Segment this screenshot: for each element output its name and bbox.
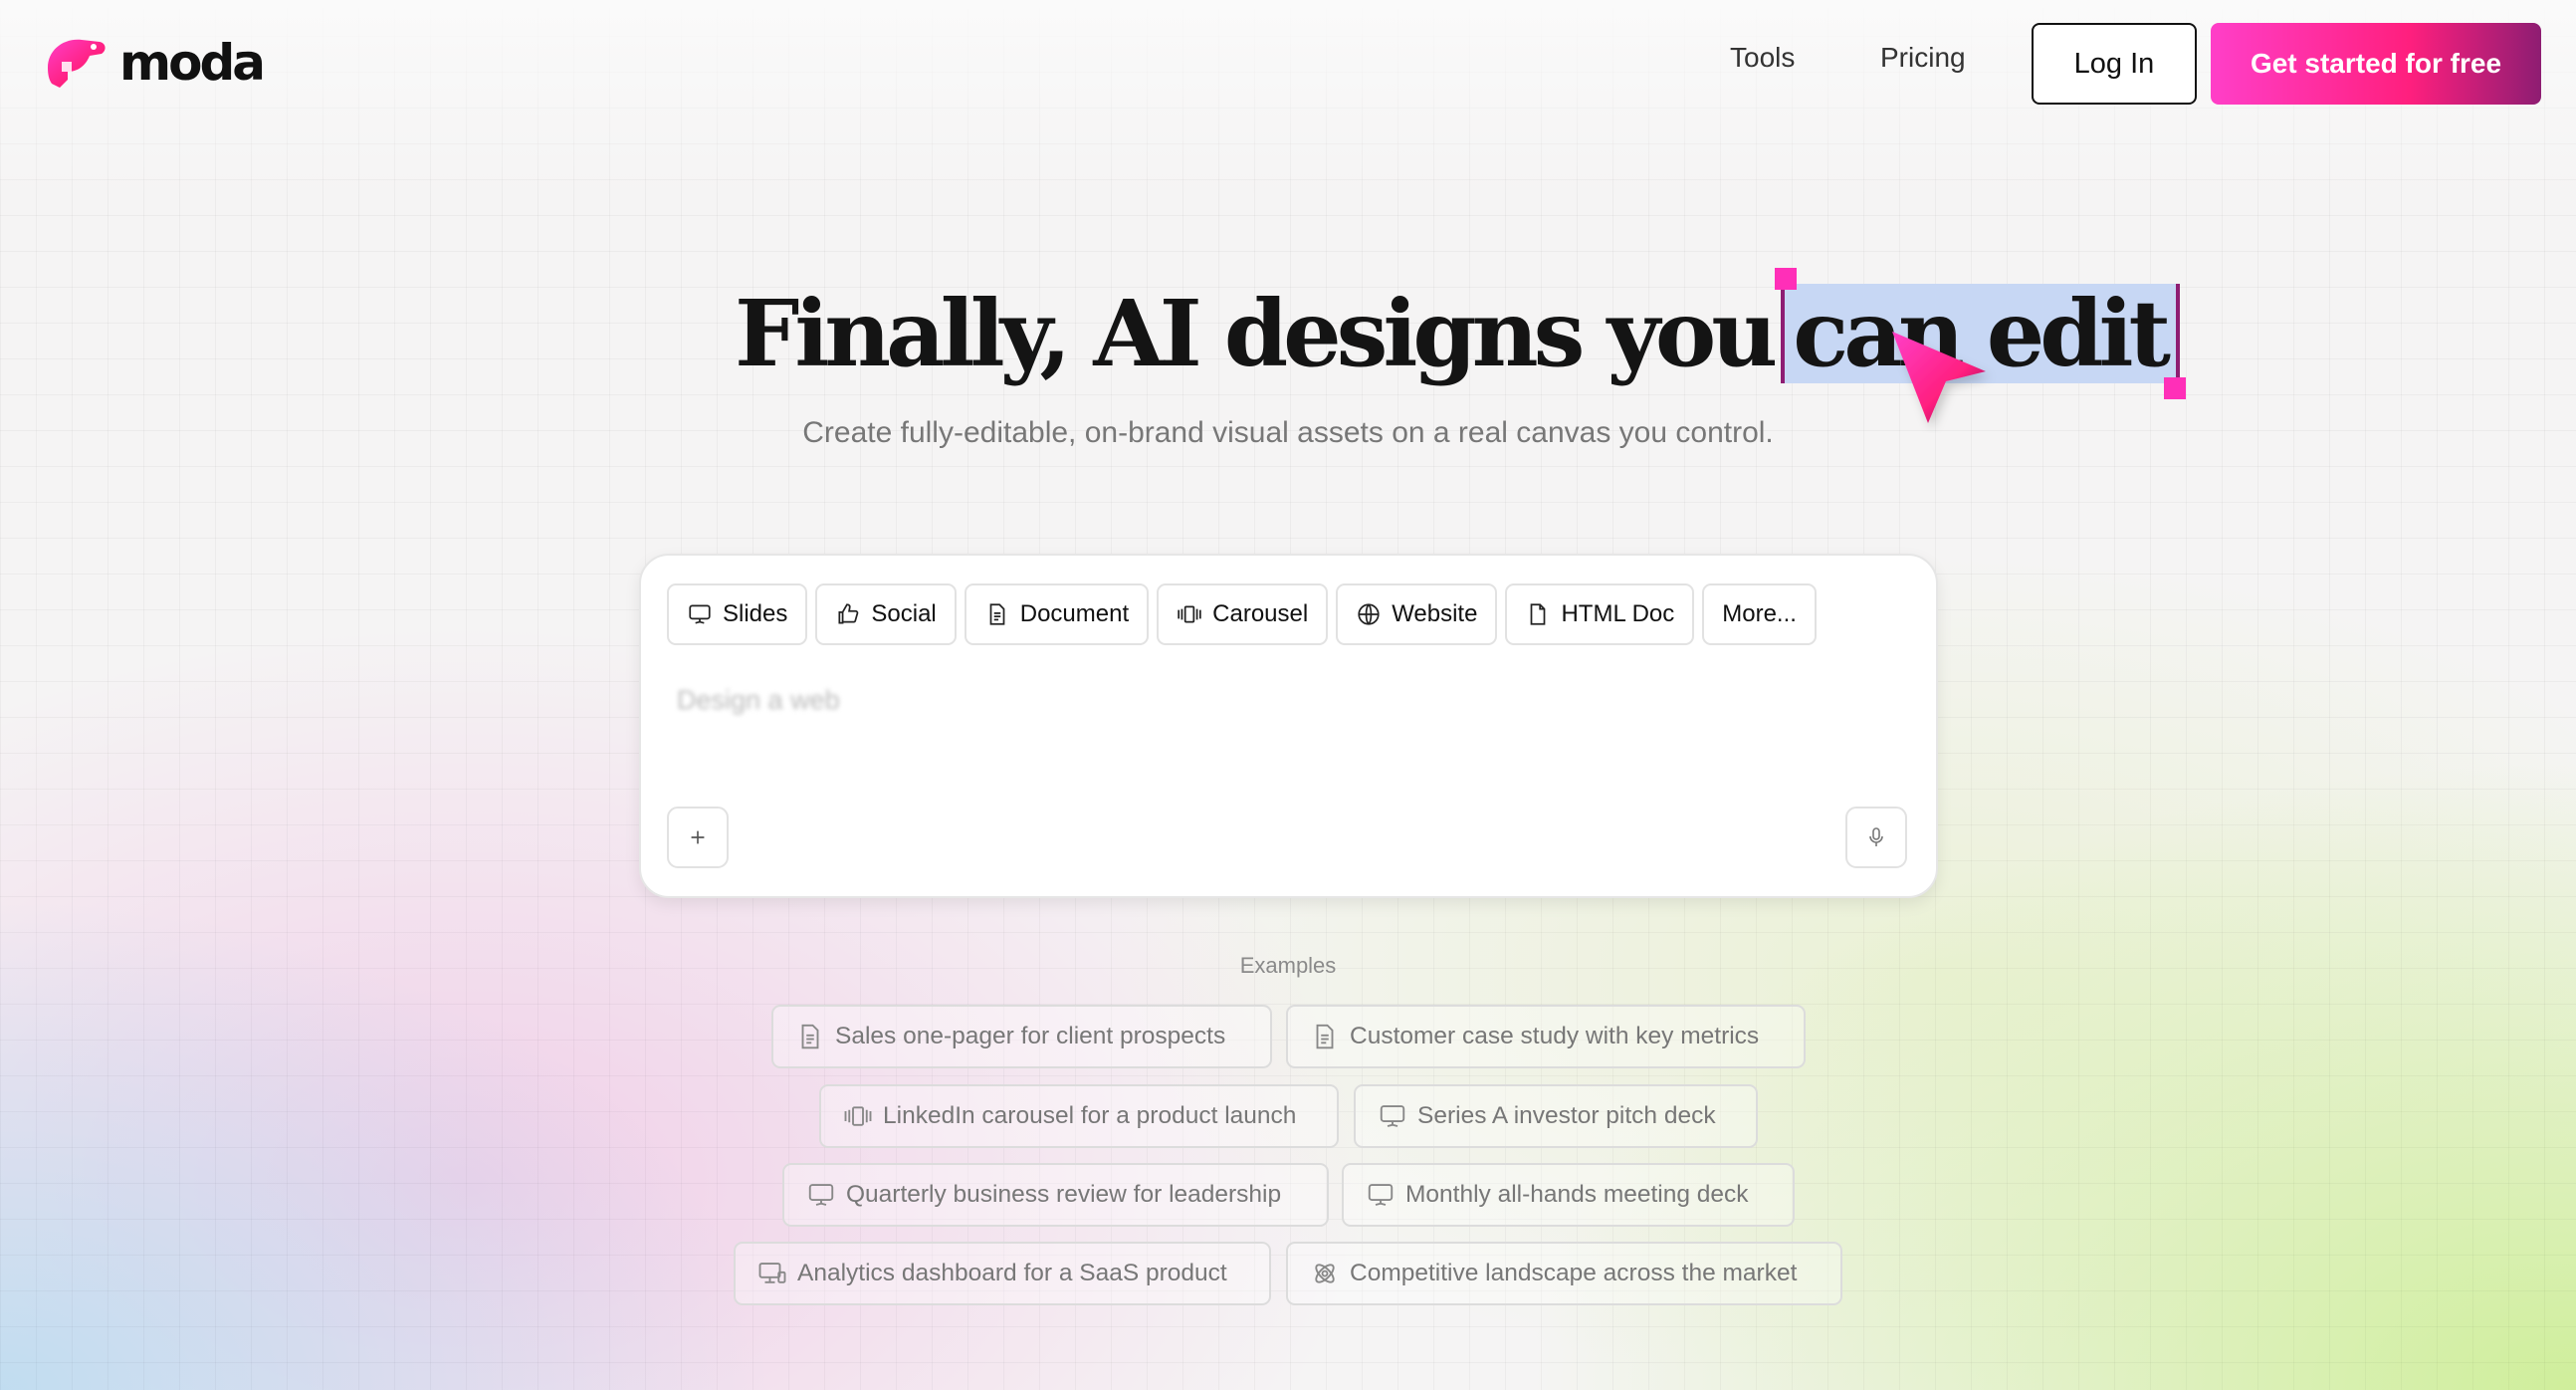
- example-analytics-dashboard[interactable]: Analytics dashboard for a SaaS product: [734, 1242, 1271, 1305]
- example-label: Series A investor pitch deck: [1417, 1102, 1716, 1129]
- asset-type-chips: Slides Social Document Carousel Website …: [667, 583, 1817, 645]
- example-label: Monthly all-hands meeting deck: [1405, 1181, 1749, 1208]
- chip-slides[interactable]: Slides: [667, 583, 808, 645]
- logo[interactable]: moda: [40, 28, 266, 98]
- nav-pricing[interactable]: Pricing: [1880, 42, 1966, 74]
- prompt-input[interactable]: Design a web: [677, 685, 840, 716]
- chip-label: Carousel: [1212, 600, 1309, 627]
- chip-label: Slides: [723, 600, 788, 627]
- example-monthly-all-hands[interactable]: Monthly all-hands meeting deck: [1342, 1163, 1795, 1227]
- nav-tools[interactable]: Tools: [1730, 42, 1795, 74]
- example-label: Quarterly business review for leadership: [846, 1181, 1282, 1208]
- hero-subheadline: Create fully-editable, on-brand visual a…: [802, 416, 1774, 449]
- get-started-button[interactable]: Get started for free: [2211, 23, 2541, 105]
- chip-carousel[interactable]: Carousel: [1157, 583, 1329, 645]
- thumbs-up-icon: [838, 603, 859, 624]
- example-label: Customer case study with key metrics: [1350, 1023, 1760, 1049]
- slides-icon: [808, 1184, 834, 1206]
- example-series-a-pitch[interactable]: Series A investor pitch deck: [1354, 1084, 1758, 1148]
- carousel-icon: [1178, 605, 1201, 623]
- chip-label: Social: [871, 600, 937, 627]
- chip-label: Website: [1392, 600, 1478, 627]
- slides-icon: [689, 604, 711, 624]
- plus-icon: [691, 830, 705, 844]
- prompt-card: Slides Social Document Carousel Website …: [639, 554, 1938, 898]
- globe-icon: [1358, 603, 1380, 625]
- file-icon: [1531, 603, 1546, 625]
- example-label: LinkedIn carousel for a product launch: [883, 1102, 1297, 1129]
- example-quarterly-business-review[interactable]: Quarterly business review for leadership: [782, 1163, 1329, 1227]
- chip-social[interactable]: Social: [815, 583, 957, 645]
- carousel-icon: [844, 1106, 872, 1126]
- headline-text: Finally, AI designs you: [735, 280, 1778, 387]
- chip-document[interactable]: Document: [964, 583, 1150, 645]
- chip-website[interactable]: Website: [1336, 583, 1498, 645]
- chip-more[interactable]: More...: [1702, 583, 1817, 645]
- example-label: Analytics dashboard for a SaaS product: [797, 1260, 1227, 1286]
- microphone-button[interactable]: [1845, 807, 1907, 868]
- document-icon: [1316, 1024, 1334, 1049]
- slides-icon: [1380, 1105, 1405, 1127]
- selection-handle-top-icon: [1775, 268, 1798, 290]
- microphone-icon: [1869, 827, 1883, 846]
- example-customer-case-study[interactable]: Customer case study with key metrics: [1286, 1005, 1806, 1068]
- example-sales-one-pager[interactable]: Sales one-pager for client prospects: [771, 1005, 1272, 1068]
- chip-label: Document: [1019, 600, 1130, 627]
- selection-handle-bottom-icon: [2164, 377, 2187, 399]
- chameleon-logo-icon: [48, 39, 106, 88]
- add-attachment-button[interactable]: [667, 807, 729, 868]
- example-competitive-landscape[interactable]: Competitive landscape across the market: [1286, 1242, 1842, 1305]
- atom-icon: [1315, 1264, 1335, 1283]
- chip-html-doc[interactable]: HTML Doc: [1505, 583, 1695, 645]
- example-label: Competitive landscape across the market: [1350, 1260, 1798, 1286]
- document-icon: [801, 1024, 819, 1049]
- example-label: Sales one-pager for client prospects: [835, 1023, 1226, 1049]
- site-header: moda Tools Pricing Log In Get started fo…: [0, 0, 2576, 129]
- chip-label: HTML Doc: [1561, 600, 1675, 627]
- chip-label: More...: [1722, 600, 1797, 627]
- document-icon: [989, 603, 1005, 625]
- slides-icon: [1368, 1184, 1394, 1206]
- logo-text: moda: [119, 34, 266, 92]
- devices-icon: [758, 1263, 786, 1283]
- examples-label: Examples: [1239, 953, 1337, 978]
- login-button[interactable]: Log In: [2032, 23, 2197, 105]
- example-linkedin-carousel[interactable]: LinkedIn carousel for a product launch: [819, 1084, 1339, 1148]
